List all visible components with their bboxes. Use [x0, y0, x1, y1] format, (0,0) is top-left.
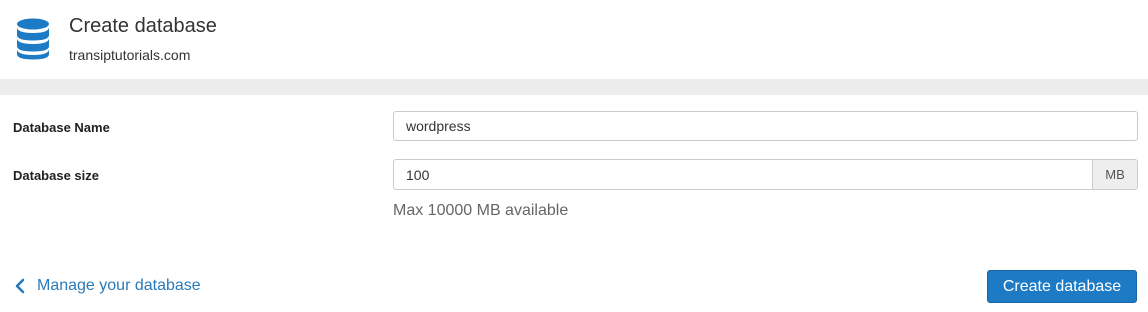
database-name-input[interactable] [393, 111, 1138, 141]
database-size-group: MB [393, 159, 1138, 190]
create-database-button[interactable]: Create database [987, 270, 1137, 303]
database-size-input[interactable] [393, 159, 1092, 190]
domain-name: transiptutorials.com [69, 47, 191, 63]
header-divider [0, 79, 1148, 95]
size-help-text: Max 10000 MB available [393, 202, 569, 219]
page-header: Create database transiptutorials.com [0, 0, 1148, 79]
chevron-left-icon [15, 278, 25, 294]
database-name-label: Database Name [13, 120, 110, 135]
manage-database-label: Manage your database [37, 277, 201, 294]
database-icon [17, 18, 49, 60]
database-size-label: Database size [13, 168, 99, 183]
page-title: Create database [69, 15, 217, 37]
manage-database-link[interactable]: Manage your database [14, 277, 201, 295]
size-unit-addon: MB [1092, 159, 1138, 190]
